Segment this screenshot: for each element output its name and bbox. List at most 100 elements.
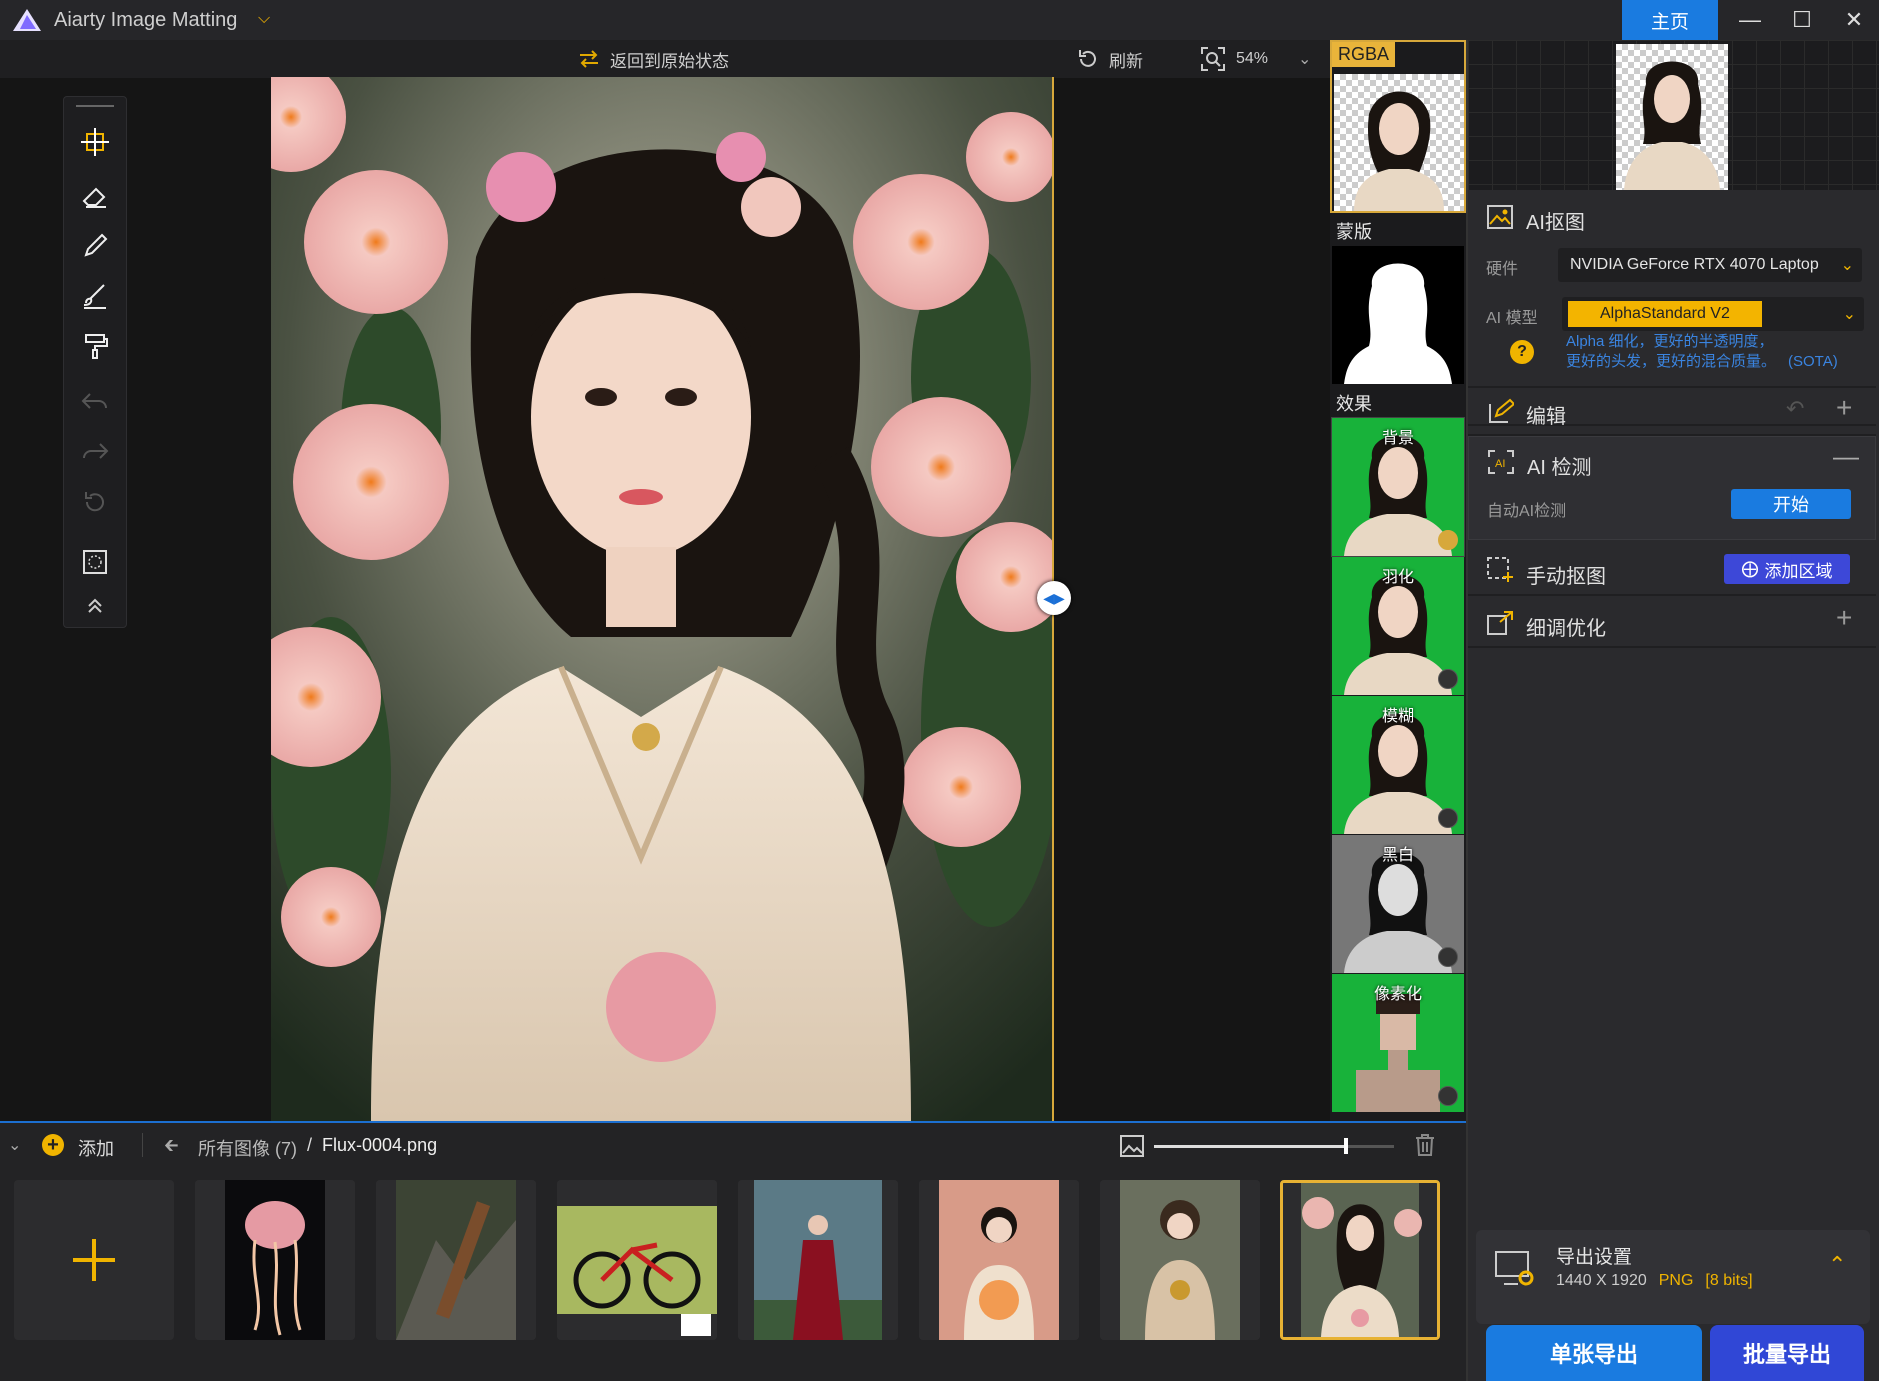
auto-detect-label: 自动AI检测: [1487, 503, 1567, 520]
rail-grip: [64, 101, 126, 111]
model-value: AlphaStandard V2: [1568, 301, 1762, 327]
compare-slider-handle[interactable]: ◀▶: [1037, 581, 1071, 615]
edit-title: 编辑: [1526, 406, 1566, 428]
zoom-icon: [1201, 47, 1225, 71]
maximize-icon[interactable]: ☐: [1776, 0, 1828, 40]
redo-icon[interactable]: [64, 427, 126, 477]
gallery-thumb-current[interactable]: [1280, 1180, 1440, 1340]
collapse-minus-icon[interactable]: —: [1833, 441, 1859, 472]
chevron-down-icon[interactable]: ⌵: [258, 10, 270, 28]
collapse-up-icon[interactable]: [64, 587, 126, 623]
selection-icon[interactable]: [64, 537, 126, 587]
effect-blur[interactable]: 模糊: [1332, 696, 1464, 834]
app-logo-icon: [13, 9, 41, 31]
export-settings[interactable]: 导出设置 1440 X 1920 PNG [8 bits] ⌃: [1476, 1230, 1870, 1324]
breadcrumb-all-images[interactable]: 所有图像 (7): [198, 1135, 297, 1161]
back-arrow-icon[interactable]: 🡰: [164, 1133, 179, 1163]
roller-icon[interactable]: [64, 321, 126, 371]
eraser-icon[interactable]: [64, 171, 126, 221]
gallery-thumb-red-dress[interactable]: [738, 1180, 898, 1340]
reset-icon[interactable]: [64, 477, 126, 527]
zoom-control[interactable]: 54% ⌄: [1200, 46, 1311, 72]
export-info: 1440 X 1920 PNG [8 bits]: [1556, 1272, 1753, 1290]
home-button[interactable]: 主页: [1622, 0, 1718, 40]
refresh-button[interactable]: 刷新: [1077, 46, 1143, 72]
result-preview[interactable]: [1468, 40, 1879, 190]
model-tag: (SOTA): [1788, 353, 1838, 370]
gallery-bar: ⌄ + 添加 🡰 所有图像 (7) / Flux-0004.png: [0, 1121, 1466, 1169]
expand-up-icon[interactable]: ⌃: [1828, 1252, 1846, 1278]
model-select[interactable]: AlphaStandard V2 ⌄: [1562, 297, 1864, 331]
help-icon[interactable]: ?: [1510, 340, 1534, 364]
chevron-down-icon: ⌄: [1842, 306, 1856, 323]
add-circle-icon[interactable]: +: [42, 1134, 64, 1156]
effect-background[interactable]: 背景: [1331, 417, 1465, 557]
add-region-label: 添加区域: [1764, 561, 1833, 581]
export-size: 1440 X 1920: [1556, 1272, 1647, 1289]
effect-blur-label: 模糊: [1381, 708, 1414, 725]
start-button[interactable]: 开始: [1731, 489, 1851, 519]
divider: [142, 1133, 143, 1157]
manual-cutout-section[interactable]: 手动抠图 ⨁ 添加区域: [1468, 544, 1876, 596]
effect-pixelate-label: 像素化: [1373, 986, 1422, 1003]
undo-icon[interactable]: [64, 377, 126, 427]
hardware-value: NVIDIA GeForce RTX 4070 Laptop: [1570, 256, 1819, 273]
chevron-down-icon: ⌄: [1840, 257, 1854, 274]
close-icon[interactable]: ✕: [1828, 0, 1879, 40]
ai-cutout-icon: [1487, 205, 1513, 229]
app-title: Aiarty Image Matting: [54, 9, 238, 31]
minimize-icon[interactable]: —: [1724, 0, 1776, 40]
gallery-thumb-bicycle[interactable]: [557, 1180, 717, 1340]
edit-section[interactable]: 编辑 ↶ +: [1468, 386, 1876, 436]
restore-original-button[interactable]: 返回到原始状态: [578, 46, 729, 72]
expand-plus-icon[interactable]: +: [1836, 602, 1852, 634]
model-label: AI 模型: [1486, 310, 1538, 327]
add-label[interactable]: 添加: [78, 1135, 114, 1161]
breadcrumb: 所有图像 (7) / Flux-0004.png: [198, 1135, 437, 1161]
rgba-badge: RGBA: [1332, 42, 1396, 67]
gallery-thumb-flower-girl[interactable]: [919, 1180, 1079, 1340]
hardware-select[interactable]: NVIDIA GeForce RTX 4070 Laptop ⌄: [1558, 248, 1862, 282]
radio-icon[interactable]: [1438, 808, 1458, 828]
smart-brush-icon[interactable]: [64, 271, 126, 321]
effect-feather[interactable]: 羽化: [1332, 557, 1464, 695]
breadcrumb-filename: Flux-0004.png: [322, 1135, 438, 1155]
export-format: PNG: [1658, 1272, 1694, 1289]
ai-detect-section: AI AI 检测 — 自动AI检测 开始: [1468, 436, 1876, 540]
export-settings-title: 导出设置: [1556, 1247, 1633, 1268]
tool-rail: [63, 96, 127, 628]
chevron-down-icon[interactable]: ⌄: [1298, 49, 1311, 69]
mask-preview[interactable]: [1332, 246, 1464, 384]
chevron-down-icon[interactable]: ⌄: [8, 1135, 21, 1155]
refine-title: 细调优化: [1526, 618, 1606, 640]
refine-section[interactable]: 细调优化 +: [1468, 598, 1876, 648]
effect-bw[interactable]: 黑白: [1332, 835, 1464, 973]
undo-icon[interactable]: ↶: [1786, 396, 1804, 422]
move-tool-icon[interactable]: [64, 117, 126, 167]
main-image[interactable]: [271, 77, 1054, 1121]
title-bar: [0, 0, 1879, 40]
image-size-icon: [1120, 1135, 1144, 1157]
rgba-preview[interactable]: RGBA: [1330, 40, 1466, 213]
swap-icon: [580, 50, 598, 68]
effect-pixelate[interactable]: 像素化: [1332, 974, 1464, 1112]
trash-icon[interactable]: [1414, 1133, 1436, 1157]
add-image-tile[interactable]: [14, 1180, 174, 1340]
radio-icon[interactable]: [1438, 669, 1458, 689]
svg-text:AI: AI: [1495, 458, 1505, 470]
single-export-button[interactable]: 单张导出: [1486, 1325, 1702, 1381]
batch-export-button[interactable]: 批量导出: [1710, 1325, 1864, 1381]
manual-cutout-title: 手动抠图: [1526, 566, 1606, 588]
radio-icon[interactable]: [1438, 947, 1458, 967]
edit-icon: [1489, 398, 1514, 423]
check-icon[interactable]: [1438, 530, 1458, 550]
refresh-label: 刷新: [1109, 51, 1143, 71]
radio-icon[interactable]: [1438, 1086, 1458, 1106]
add-region-button[interactable]: ⨁ 添加区域: [1724, 554, 1850, 584]
gallery-thumb-gold-dress[interactable]: [1100, 1180, 1260, 1340]
thumb-size-slider[interactable]: [1154, 1138, 1394, 1154]
brush-icon[interactable]: [64, 221, 126, 271]
gallery-thumb-forest-rocks[interactable]: [376, 1180, 536, 1340]
expand-plus-icon[interactable]: +: [1836, 392, 1852, 424]
gallery-thumb-jellyfish[interactable]: [195, 1180, 355, 1340]
